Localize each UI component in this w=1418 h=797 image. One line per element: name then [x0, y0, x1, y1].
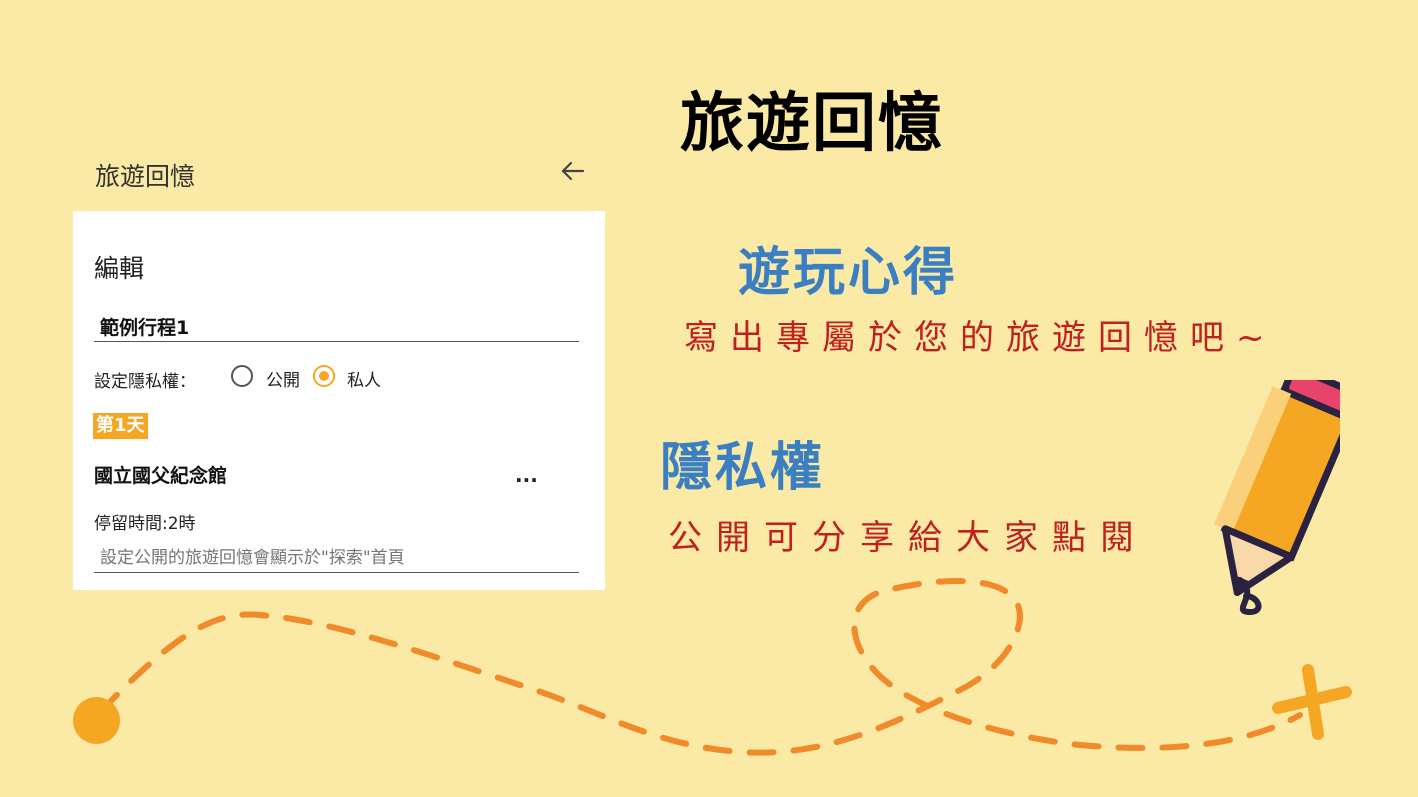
- slide-title: 旅遊回憶: [680, 87, 944, 161]
- start-dot: [73, 697, 120, 744]
- privacy-label: 設定隱私權：: [94, 372, 196, 392]
- arrow-left-icon[interactable]: [560, 158, 586, 184]
- cross-mark-icon: [1272, 664, 1352, 740]
- privacy-radio-private[interactable]: [313, 365, 335, 387]
- stay-time: 停留時間:2時: [94, 514, 196, 534]
- privacy-option-private-label[interactable]: 私人: [347, 366, 381, 391]
- app-title: 旅遊回憶: [95, 162, 196, 191]
- edit-card: 編輯 範例行程1 設定隱私權： 公開 私人 第1天 國立國父紀念館 ... 停留…: [73, 211, 605, 590]
- day-badge[interactable]: 第1天: [93, 413, 148, 439]
- trip-name-field[interactable]: 範例行程1: [100, 313, 189, 340]
- place-name: 國立國父紀念館: [94, 465, 228, 487]
- section-heading-privacy: 隱私權: [660, 438, 826, 498]
- pencil-icon: [1214, 380, 1340, 616]
- radio-selected-dot: [319, 371, 329, 381]
- more-horizontal-icon[interactable]: ...: [515, 463, 538, 487]
- edit-heading: 編輯: [94, 254, 145, 283]
- privacy-option-public-label[interactable]: 公開: [266, 366, 300, 391]
- trip-name-underline: [94, 341, 579, 342]
- memory-note-input[interactable]: [94, 543, 579, 573]
- privacy-radio-public[interactable]: [231, 365, 253, 387]
- section-desc-privacy: 公開可分享給大家點閱: [668, 518, 1148, 558]
- section-heading-experience: 遊玩心得: [738, 243, 959, 303]
- section-desc-experience: 寫出專屬於您的旅遊回憶吧~: [684, 318, 1277, 358]
